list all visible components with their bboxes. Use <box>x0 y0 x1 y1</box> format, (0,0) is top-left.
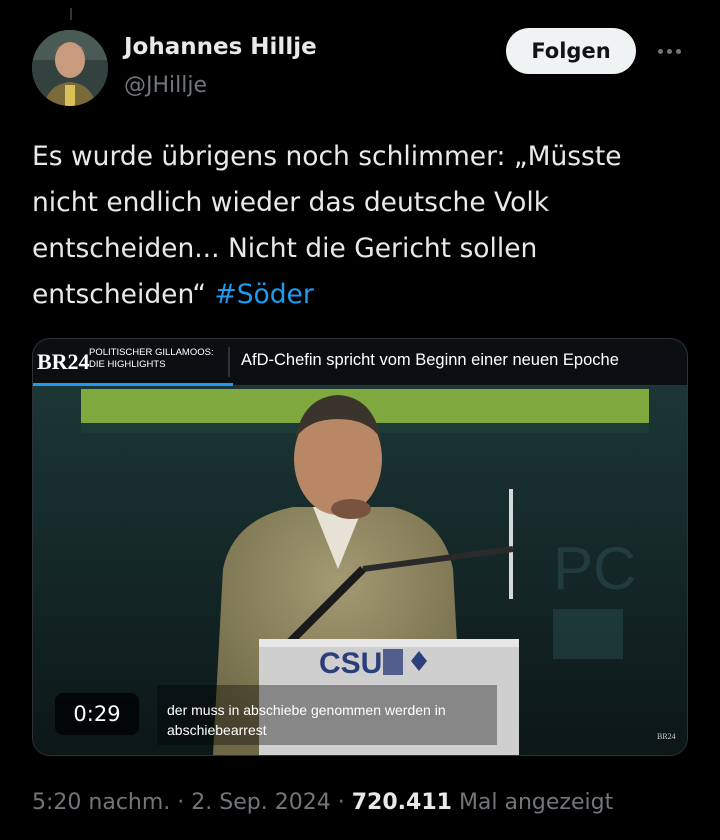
views-label: Mal angezeigt <box>458 790 614 815</box>
author-avatar[interactable] <box>32 30 108 106</box>
subtitle-line2: abschiebearrest <box>167 722 267 738</box>
subtitle-line1: der muss in abschiebe genommen werden in <box>167 702 446 718</box>
program-title-line1: POLITISCHER GILLAMOOS: <box>89 347 214 358</box>
svg-text:PC: PC <box>553 535 636 602</box>
br24-watermark: BR24 <box>657 732 676 741</box>
thread-connector-line <box>70 8 72 20</box>
video-player[interactable]: PC CSU BR24 POLITISCHER GILLAMOOS: DIE H… <box>32 338 688 756</box>
author-handle[interactable]: @JHillje <box>124 73 207 98</box>
tweet-text: Es wurde übrigens noch schlimmer: „Müsst… <box>32 134 692 318</box>
tweet-date[interactable]: 2. Sep. 2024 <box>191 790 330 815</box>
separator: · <box>177 790 185 815</box>
dot <box>657 48 663 54</box>
more-options-icon[interactable] <box>650 40 688 62</box>
separator: · <box>337 790 345 815</box>
tweet-body: Es wurde übrigens noch schlimmer: „Müsst… <box>32 141 622 310</box>
author-name[interactable]: Johannes Hillje <box>124 34 317 60</box>
video-timestamp: 0:29 <box>55 693 139 735</box>
lectern-text: CSU <box>319 647 382 680</box>
views-count[interactable]: 720.411 <box>352 790 452 815</box>
br24-logo: BR24 <box>37 349 90 374</box>
program-title-line2: DIE HIGHLIGHTS <box>89 359 166 370</box>
dot <box>675 48 681 54</box>
hashtag-link[interactable]: #Söder <box>214 279 313 310</box>
follow-button[interactable]: Folgen <box>506 28 636 74</box>
video-headline: AfD-Chefin spricht vom Beginn einer neue… <box>241 351 619 369</box>
tweet-metadata: 5:20 nachm. · 2. Sep. 2024 · 720.411 Mal… <box>32 790 613 815</box>
avatar-photo <box>32 30 108 106</box>
tweet-time[interactable]: 5:20 nachm. <box>32 790 170 815</box>
dot <box>666 48 672 54</box>
